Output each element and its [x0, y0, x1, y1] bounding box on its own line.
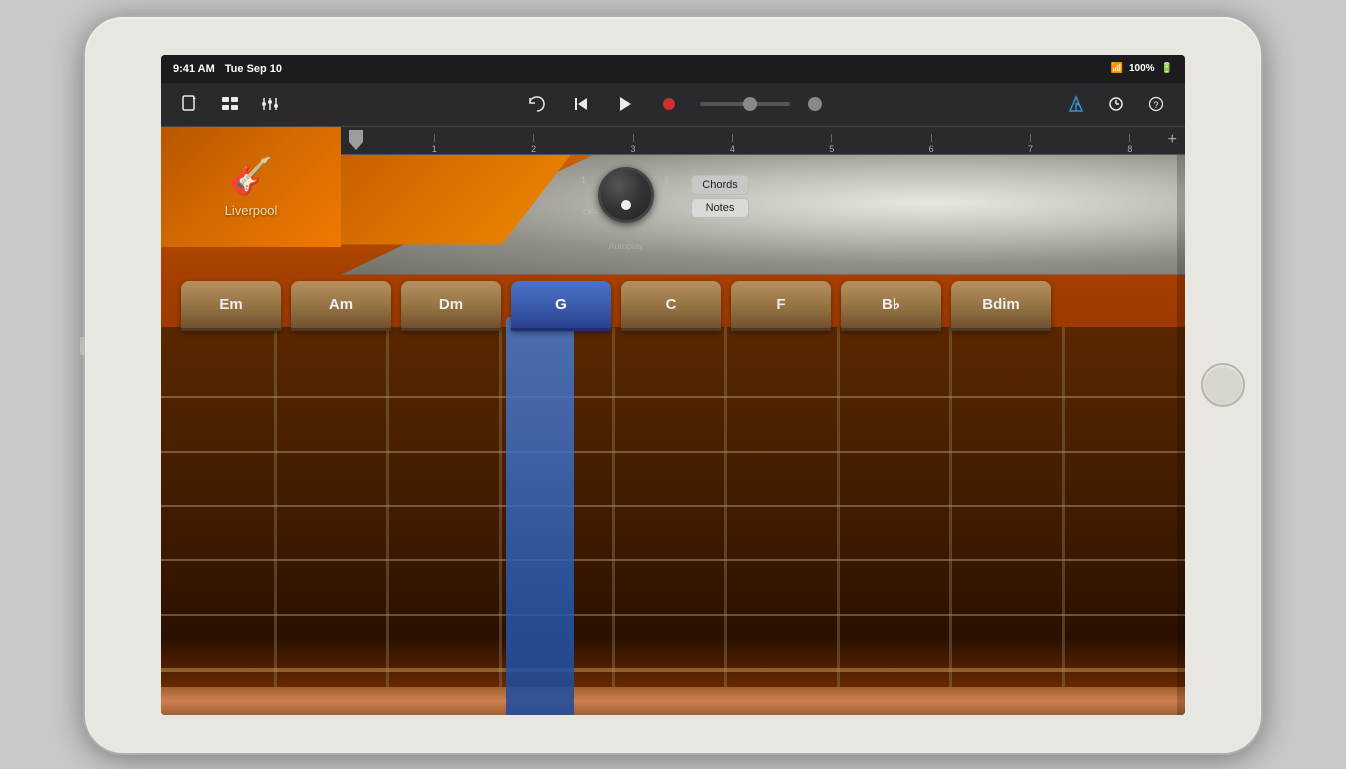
- fret-5: [724, 327, 727, 715]
- svg-text:?: ?: [1153, 100, 1158, 110]
- battery-label: 100%: [1129, 63, 1155, 74]
- chord-btn-c[interactable]: C: [621, 281, 721, 331]
- play-button[interactable]: [612, 91, 638, 117]
- autoplay-control[interactable]: 1 2 3 4 OFF Autoplay: [581, 167, 671, 251]
- fret-3: [499, 327, 502, 715]
- fret-7: [949, 327, 952, 715]
- timeline-ruler: 1 2 3 4 5: [341, 127, 1185, 155]
- add-track-button[interactable]: +: [1168, 131, 1177, 149]
- chords-button[interactable]: Chords: [691, 175, 749, 195]
- chord-buttons-row: Em Am Dm G C F B♭ Bdim: [161, 275, 1185, 331]
- skip-to-start-button[interactable]: [568, 91, 594, 117]
- instrument-name-label: Liverpool: [225, 203, 278, 218]
- new-song-button[interactable]: [177, 91, 203, 117]
- mode-selector: Chords Notes: [691, 175, 749, 218]
- ruler-mark-3: 3: [631, 134, 636, 154]
- battery-icon: 🔋: [1161, 63, 1173, 74]
- fret-6: [837, 327, 840, 715]
- metronome-button[interactable]: [1063, 91, 1089, 117]
- chord-btn-dm[interactable]: Dm: [401, 281, 501, 331]
- status-time: 9:41 AM: [173, 63, 215, 75]
- help-button[interactable]: ?: [1143, 91, 1169, 117]
- tracks-button[interactable]: [217, 91, 243, 117]
- toolbar: ?: [161, 83, 1185, 127]
- ipad-screen: 9:41 AM Tue Sep 10 📶 100% 🔋: [161, 55, 1185, 715]
- fretboard[interactable]: [161, 327, 1185, 715]
- home-button[interactable]: [1201, 363, 1245, 407]
- side-button[interactable]: [80, 337, 85, 355]
- toolbar-left: [177, 91, 283, 117]
- status-bar: 9:41 AM Tue Sep 10 📶 100% 🔋: [161, 55, 1185, 83]
- ruler-mark-2: 2: [531, 134, 536, 154]
- ruler-marks: 1 2 3 4 5: [349, 127, 1177, 154]
- chord-btn-bb[interactable]: B♭: [841, 281, 941, 331]
- fret-8: [1062, 327, 1065, 715]
- playhead[interactable]: [349, 127, 363, 154]
- active-chord-highlight: [506, 317, 574, 715]
- wifi-icon: 📶: [1111, 63, 1123, 74]
- toolbar-right: ?: [1063, 91, 1169, 117]
- fret-dividers: [161, 327, 1185, 715]
- ruler-mark-6: 6: [929, 134, 934, 154]
- ruler-mark-7: 7: [1028, 134, 1033, 154]
- ruler-mark-1: 1: [432, 134, 437, 154]
- chord-btn-em[interactable]: Em: [181, 281, 281, 331]
- volume-slider[interactable]: [700, 102, 790, 106]
- chord-btn-bdim[interactable]: Bdim: [951, 281, 1051, 331]
- chord-btn-g[interactable]: G: [511, 281, 611, 331]
- knob-indicator: [621, 200, 631, 210]
- scroll-indicator[interactable]: [1177, 155, 1185, 715]
- master-volume-knob[interactable]: [808, 97, 822, 111]
- notes-button[interactable]: Notes: [691, 198, 749, 218]
- toolbar-center: [524, 91, 822, 117]
- status-right: 📶 100% 🔋: [1111, 63, 1173, 74]
- status-date: Tue Sep 10: [225, 63, 282, 75]
- bass-string-bar: [161, 687, 1185, 715]
- chord-btn-am[interactable]: Am: [291, 281, 391, 331]
- ruler-mark-8: 8: [1127, 134, 1132, 154]
- ruler-mark-4: 4: [730, 134, 735, 154]
- status-left: 9:41 AM Tue Sep 10: [173, 63, 282, 75]
- autoplay-label: Autoplay: [608, 241, 643, 251]
- track-header: 🎸 Liverpool: [161, 127, 341, 247]
- chord-btn-f[interactable]: F: [731, 281, 831, 331]
- main-content: 🎸 Liverpool 1: [161, 127, 1185, 715]
- ipad-frame: 9:41 AM Tue Sep 10 📶 100% 🔋: [83, 15, 1263, 755]
- fret-1: [274, 327, 277, 715]
- ruler-mark-5: 5: [829, 134, 834, 154]
- undo-button[interactable]: [524, 91, 550, 117]
- fret-2: [386, 327, 389, 715]
- instrument-icon: 🎸: [229, 155, 274, 197]
- record-button[interactable]: [656, 91, 682, 117]
- autoplay-knob-container[interactable]: 1 2 3 4 OFF: [581, 167, 671, 237]
- mixer-button[interactable]: [257, 91, 283, 117]
- autoplay-knob[interactable]: [598, 167, 654, 223]
- fret-4: [612, 327, 615, 715]
- tempo-button[interactable]: [1103, 91, 1129, 117]
